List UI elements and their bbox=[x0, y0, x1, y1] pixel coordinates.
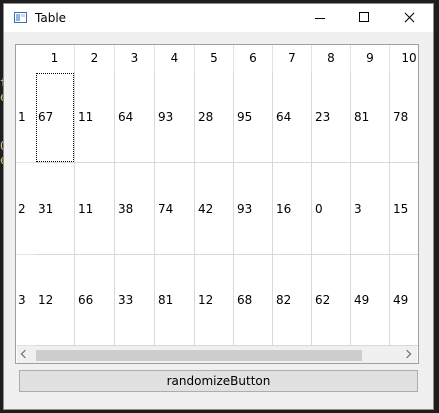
window-icon bbox=[14, 12, 27, 23]
table-cell[interactable]: 0 bbox=[312, 163, 351, 255]
maximize-button[interactable] bbox=[342, 4, 387, 32]
column-header[interactable]: 7 bbox=[273, 45, 312, 72]
table-cell[interactable]: 78 bbox=[390, 72, 418, 163]
title-bar[interactable]: Table bbox=[4, 4, 433, 32]
column-header[interactable]: 6 bbox=[234, 45, 273, 72]
table-cell[interactable]: 81 bbox=[351, 72, 390, 163]
table-cell[interactable]: 16 bbox=[273, 163, 312, 255]
column-header[interactable]: 9 bbox=[351, 45, 390, 72]
table-cell[interactable]: 42 bbox=[195, 163, 234, 255]
table-cell[interactable]: 23 bbox=[312, 72, 351, 163]
table-window: Table 1 2 3 4 5 6 7 8 9 10 1 67 11 64 93 28 95 64 23 81 78 2 3… bbox=[3, 3, 434, 410]
table-cell[interactable]: 12 bbox=[195, 255, 234, 346]
table-cell[interactable]: 64 bbox=[115, 72, 155, 163]
minimize-button[interactable] bbox=[297, 4, 342, 32]
table-cell[interactable]: 38 bbox=[115, 163, 155, 255]
randomize-button[interactable]: randomizeButton bbox=[19, 370, 418, 392]
table-corner bbox=[16, 45, 35, 72]
column-header[interactable]: 1 bbox=[35, 45, 75, 72]
row-header[interactable]: 2 bbox=[16, 163, 35, 255]
table-cell[interactable]: 64 bbox=[273, 72, 312, 163]
column-header[interactable]: 10 bbox=[390, 45, 418, 72]
column-header[interactable]: 3 bbox=[115, 45, 155, 72]
table-widget[interactable]: 1 2 3 4 5 6 7 8 9 10 1 67 11 64 93 28 95 64 23 81 78 2 31 11 38 7… bbox=[15, 44, 419, 364]
scroll-left-arrow-icon[interactable] bbox=[17, 346, 34, 363]
table-cell[interactable]: 12 bbox=[35, 255, 75, 346]
table-cell[interactable]: 31 bbox=[35, 163, 75, 255]
horizontal-scrollbar[interactable] bbox=[17, 346, 417, 363]
table-cell[interactable]: 11 bbox=[75, 72, 115, 163]
table-cell[interactable]: 28 bbox=[195, 72, 234, 163]
table-cell[interactable]: 11 bbox=[75, 163, 115, 255]
row-header[interactable]: 1 bbox=[16, 72, 35, 163]
table-cell[interactable]: 67 bbox=[35, 72, 75, 163]
close-button[interactable] bbox=[387, 4, 432, 32]
column-header[interactable]: 8 bbox=[312, 45, 351, 72]
table-cell[interactable]: 15 bbox=[390, 163, 418, 255]
table-cell[interactable]: 81 bbox=[155, 255, 195, 346]
column-header[interactable]: 5 bbox=[195, 45, 234, 72]
table-cell[interactable]: 3 bbox=[351, 163, 390, 255]
table-cell[interactable]: 68 bbox=[234, 255, 273, 346]
table-cell[interactable]: 33 bbox=[115, 255, 155, 346]
table-cell[interactable]: 82 bbox=[273, 255, 312, 346]
scrollbar-thumb[interactable] bbox=[36, 350, 362, 361]
scroll-right-arrow-icon[interactable] bbox=[400, 346, 417, 363]
row-header[interactable]: 3 bbox=[16, 255, 35, 346]
table-cell[interactable]: 62 bbox=[312, 255, 351, 346]
column-header[interactable]: 4 bbox=[155, 45, 195, 72]
table-cell[interactable]: 95 bbox=[234, 72, 273, 163]
table-cell[interactable]: 93 bbox=[234, 163, 273, 255]
window-title: Table bbox=[35, 11, 67, 25]
table-cell[interactable]: 66 bbox=[75, 255, 115, 346]
table-cell[interactable]: 93 bbox=[155, 72, 195, 163]
table-cell[interactable]: 49 bbox=[390, 255, 418, 346]
column-header[interactable]: 2 bbox=[75, 45, 115, 72]
table-cell[interactable]: 74 bbox=[155, 163, 195, 255]
table-cell[interactable]: 49 bbox=[351, 255, 390, 346]
